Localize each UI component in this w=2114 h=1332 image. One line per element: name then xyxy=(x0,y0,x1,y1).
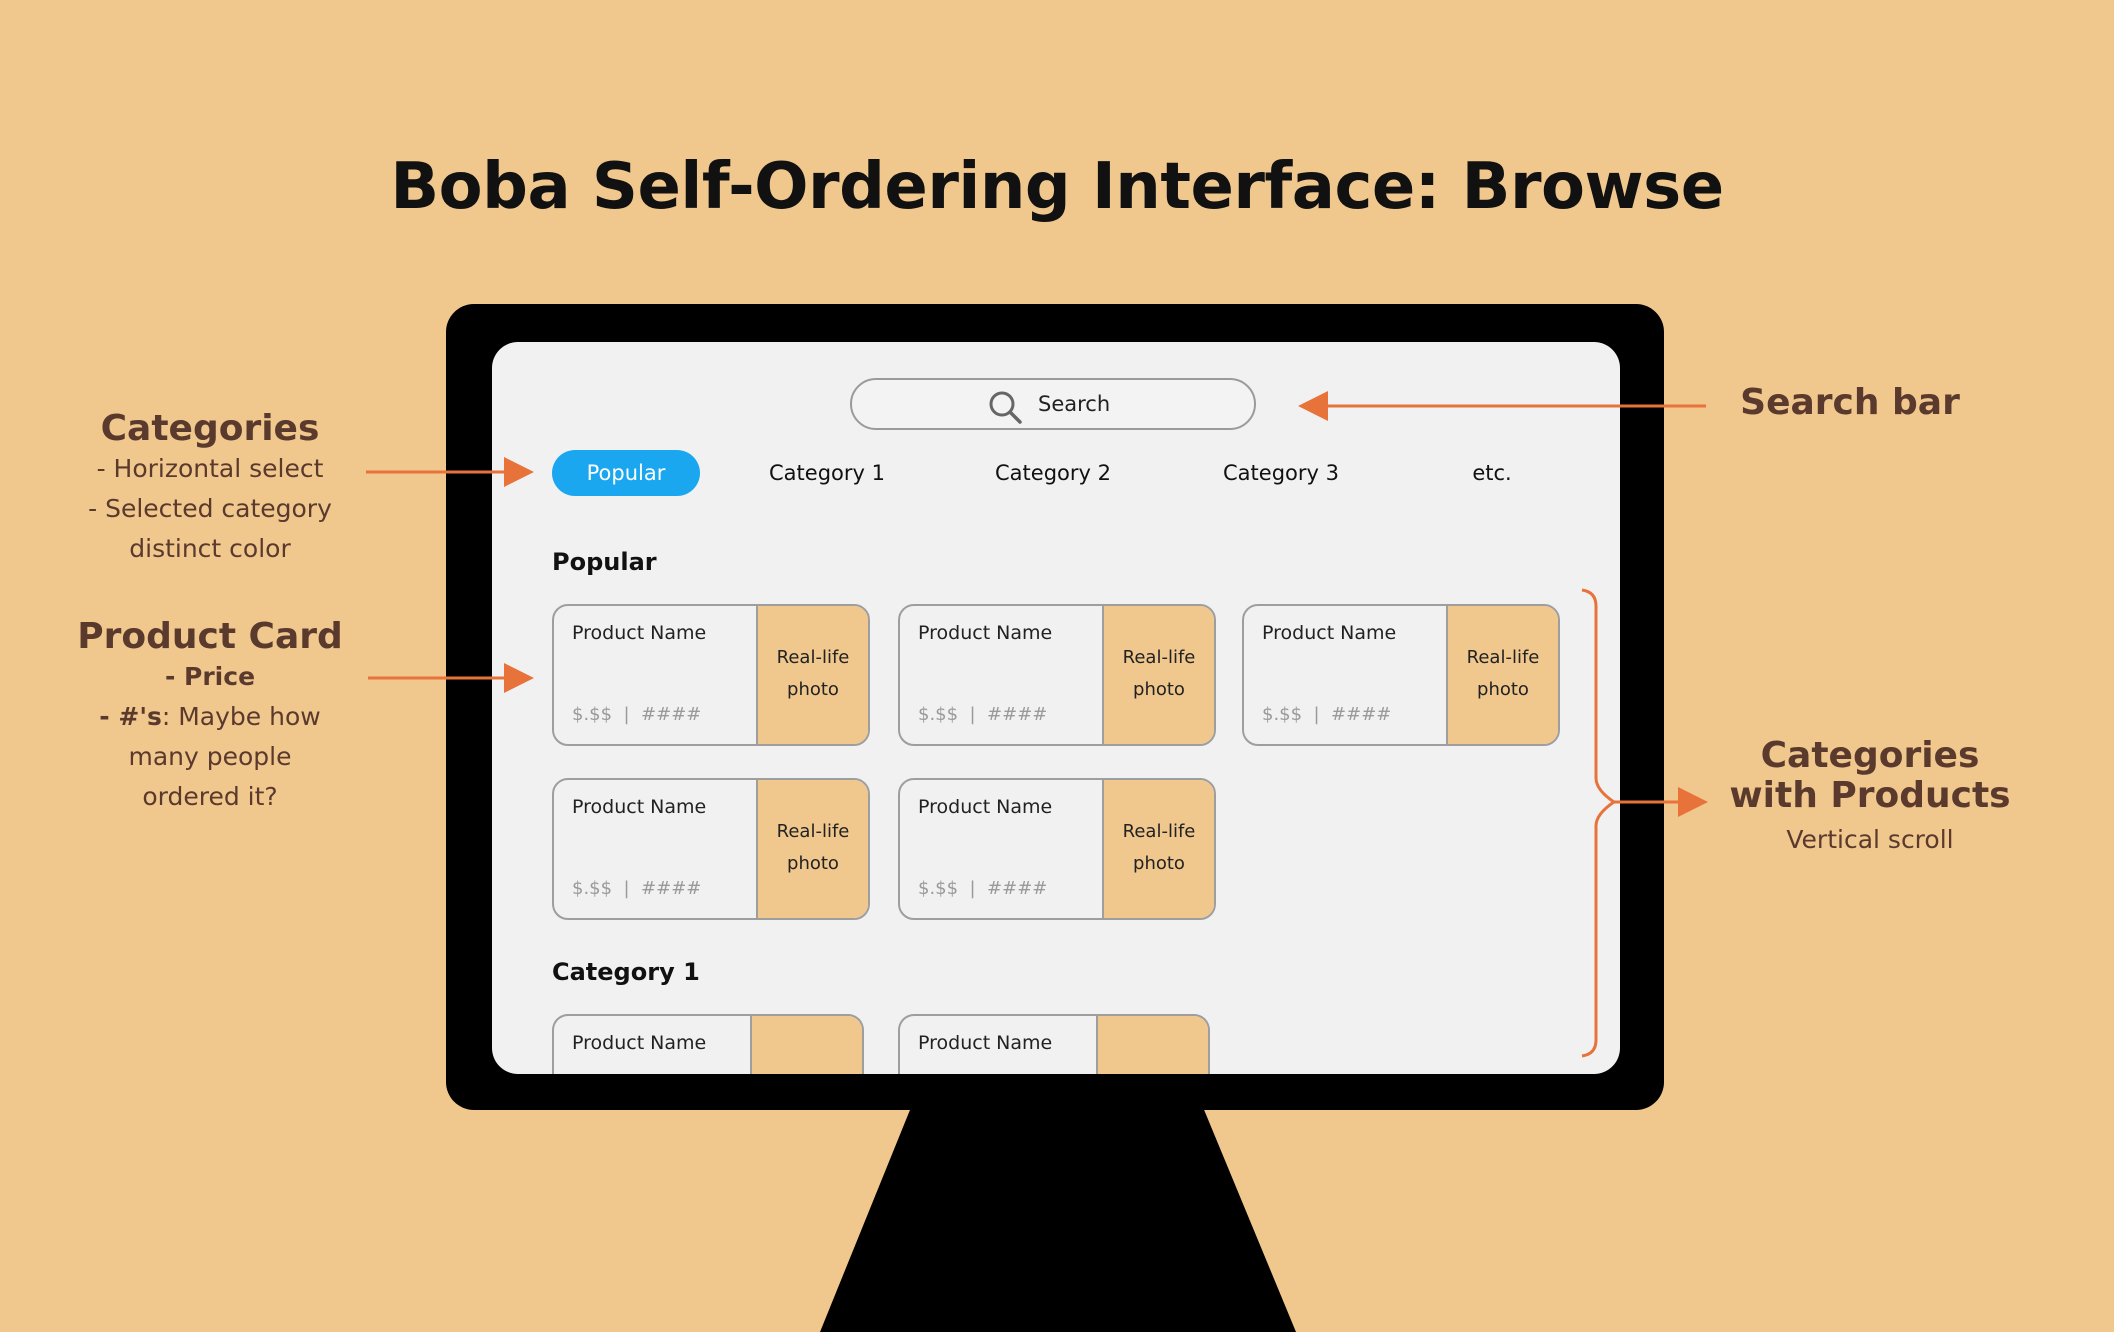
annotation-categories: Categories - Horizontal select - Selecte… xyxy=(88,408,332,563)
annotation-search-bar: Search bar xyxy=(1740,382,1960,423)
scroll-bracket xyxy=(1581,588,1617,1058)
annotation-categories-products: Categories with Products Vertical scroll xyxy=(1729,735,2011,855)
annotation-product-card: Product Card - Price - #'s: Maybe how ma… xyxy=(77,616,343,811)
